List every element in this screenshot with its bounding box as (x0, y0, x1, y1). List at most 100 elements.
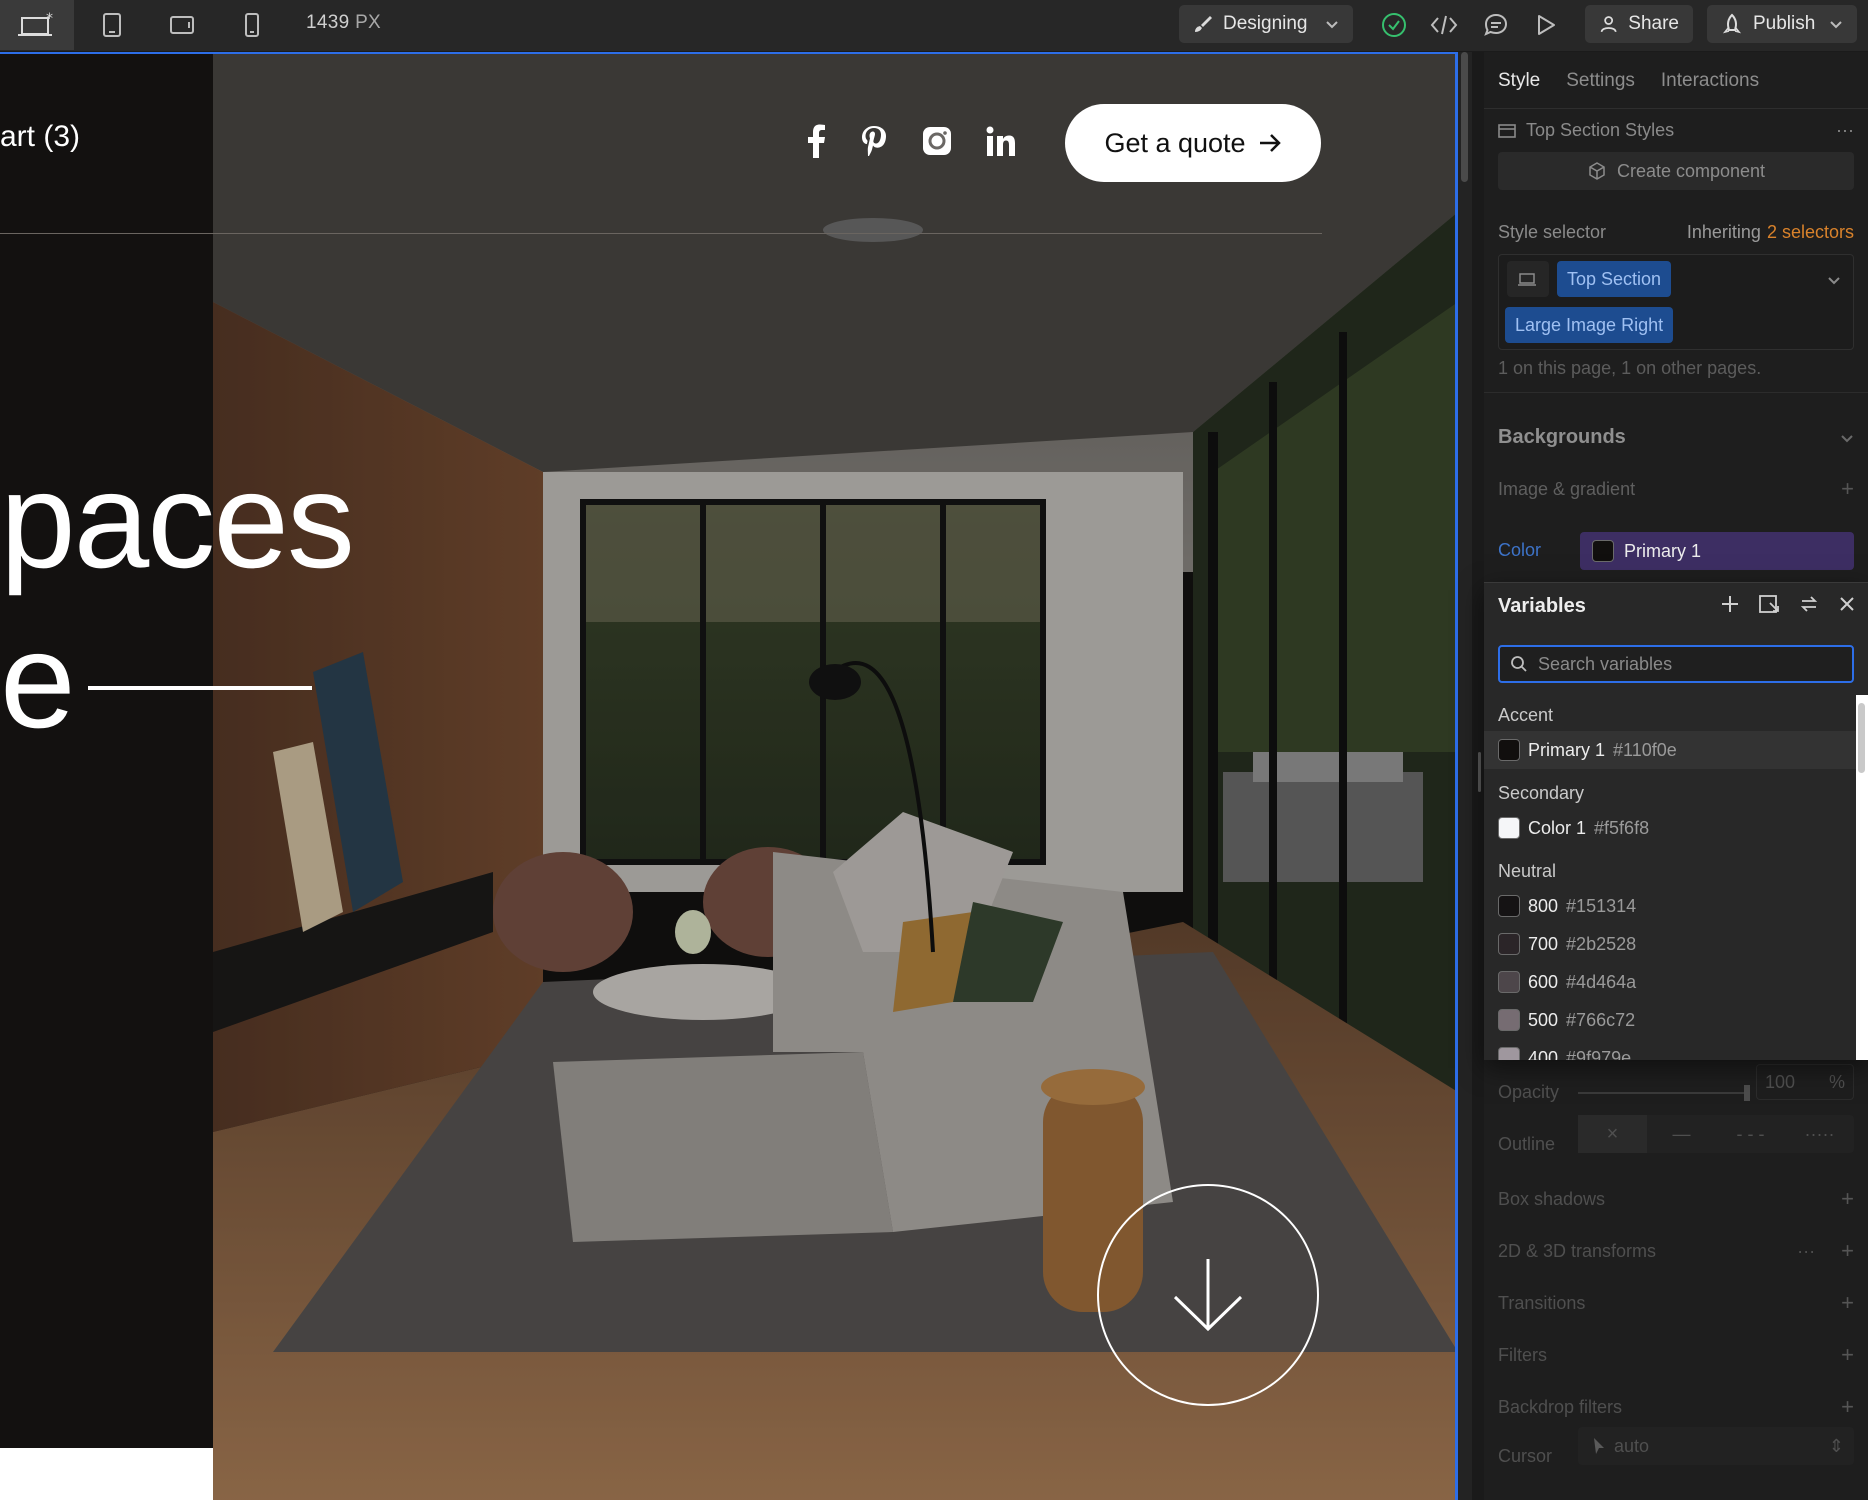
tabs-divider (1484, 108, 1868, 109)
cursor-row: Cursor auto ⇕ (1498, 1427, 1854, 1467)
variable-item[interactable]: 800 #151314 (1484, 887, 1856, 925)
canvas-width-value: 1439 (306, 12, 350, 33)
hero-headline-rule (88, 686, 312, 690)
outline-dashed-icon[interactable]: - - - (1716, 1124, 1785, 1145)
breakpoint-tablet-button[interactable] (92, 0, 132, 50)
opacity-slider-thumb[interactable] (1744, 1084, 1750, 1101)
svg-text:*: * (46, 12, 53, 27)
cube-icon (1589, 162, 1605, 180)
selector-tag-top-section[interactable]: Top Section (1557, 261, 1672, 297)
pointer-icon (1594, 1438, 1604, 1454)
mode-dropdown[interactable]: Designing (1179, 5, 1353, 43)
variables-title: Variables (1498, 595, 1586, 617)
code-button[interactable] (1428, 0, 1460, 50)
facebook-icon[interactable] (805, 124, 827, 158)
style-selector-label: Style selector (1498, 222, 1607, 242)
variable-item[interactable]: 700 #2b2528 (1484, 925, 1856, 963)
get-a-quote-button[interactable]: Get a quote (1065, 104, 1321, 182)
add-backdrop-filter-icon[interactable]: + (1841, 1394, 1854, 1420)
status-check-button[interactable] (1378, 0, 1410, 50)
cursor-value: auto (1614, 1435, 1650, 1456)
inheriting-selectors-link[interactable]: 2 selectors (1767, 222, 1854, 243)
add-box-shadow-icon[interactable]: + (1841, 1186, 1854, 1212)
variable-item[interactable]: 600 #4d464a (1484, 963, 1856, 1001)
backgrounds-title: Backgrounds (1498, 426, 1626, 448)
create-component-button[interactable]: Create component (1498, 152, 1854, 190)
chevron-down-icon[interactable] (1827, 275, 1841, 285)
variable-item[interactable]: Color 1 #f5f6f8 (1484, 809, 1856, 847)
outline-dotted-icon[interactable]: ····· (1785, 1124, 1854, 1145)
selector-input[interactable]: Top Section Large Image Right (1498, 254, 1854, 350)
instagram-icon[interactable] (921, 125, 953, 157)
swap-icon[interactable] (1798, 593, 1820, 615)
tab-style[interactable]: Style (1498, 70, 1540, 92)
canvas-scrollbar[interactable] (1458, 52, 1472, 1500)
linkedin-icon[interactable] (985, 125, 1017, 157)
pinterest-icon[interactable] (859, 124, 889, 158)
breakpoint-landscape-button[interactable] (162, 0, 202, 50)
design-canvas[interactable]: art (3) Get a quote paces e (0, 52, 1458, 1500)
cursor-select[interactable]: auto ⇕ (1578, 1427, 1854, 1465)
arrow-right-icon (1259, 134, 1281, 152)
variable-item[interactable]: 400 #9f979e (1484, 1039, 1856, 1060)
preview-button[interactable] (1530, 0, 1562, 50)
canvas-width-readout: 1439 PX (306, 12, 381, 34)
add-transform-icon[interactable]: + (1841, 1238, 1854, 1264)
plus-icon[interactable] (1720, 594, 1740, 614)
rocket-icon (1722, 13, 1742, 34)
variables-scrollbar-thumb[interactable] (1858, 703, 1865, 773)
outline-none-icon[interactable]: × (1578, 1115, 1647, 1153)
variable-hex: #4d464a (1566, 971, 1637, 992)
backgrounds-header[interactable]: Backgrounds (1498, 426, 1854, 449)
nav-cart-link[interactable]: art (3) (0, 120, 80, 154)
color-label: Color (1498, 540, 1542, 560)
mobile-landscape-icon (170, 16, 194, 34)
add-transition-icon[interactable]: + (1841, 1290, 1854, 1316)
add-filter-icon[interactable]: + (1841, 1342, 1854, 1368)
opacity-input[interactable]: 100 % (1756, 1064, 1854, 1100)
search-variables-input[interactable]: Search variables (1498, 645, 1854, 683)
filters-label: Filters (1498, 1344, 1547, 1365)
hero-headline-line2: e (0, 604, 76, 756)
variable-group-neutral: Neutral (1498, 861, 1557, 881)
variable-hex: #9f979e (1566, 1047, 1632, 1061)
variable-hex: #2b2528 (1566, 933, 1637, 954)
variables-list: Accent Primary 1 #110f0e Secondary Color… (1484, 695, 1856, 1060)
breakpoint-mobile-button[interactable] (232, 0, 272, 50)
transforms-more-icon[interactable]: ··· (1797, 1241, 1815, 1262)
outline-style-toggle[interactable]: × — - - - ····· (1578, 1115, 1854, 1153)
variable-item[interactable]: 500 #766c72 (1484, 1001, 1856, 1039)
detach-panel-icon[interactable] (1758, 593, 1780, 615)
tab-settings[interactable]: Settings (1566, 70, 1635, 92)
variable-name: 500 (1528, 1009, 1559, 1030)
variable-name: 400 (1528, 1047, 1559, 1061)
box-shadows-row: Box shadows + (1498, 1186, 1854, 1212)
selector-tag-large-image-right[interactable]: Large Image Right (1505, 307, 1674, 343)
add-image-gradient-icon[interactable]: + (1841, 476, 1854, 502)
tab-interactions[interactable]: Interactions (1661, 70, 1759, 92)
chevron-down-icon (1830, 21, 1842, 29)
comments-button[interactable] (1480, 0, 1512, 50)
close-icon[interactable] (1838, 595, 1856, 613)
code-icon (1430, 15, 1458, 35)
selector-element-icon (1507, 261, 1549, 297)
selector-usage-note: 1 on this page, 1 on other pages. (1498, 358, 1854, 379)
outline-solid-icon[interactable]: — (1647, 1124, 1716, 1145)
breakpoint-desktop-button[interactable]: * (0, 0, 74, 50)
variable-item[interactable]: Primary 1 #110f0e (1484, 731, 1856, 769)
variable-hex: #f5f6f8 (1594, 817, 1650, 838)
publish-button[interactable]: Publish (1707, 5, 1857, 43)
opacity-label: Opacity (1498, 1082, 1560, 1102)
canvas-scrollbar-thumb[interactable] (1461, 52, 1468, 182)
background-color-field[interactable]: Primary 1 (1580, 532, 1854, 570)
section-icon (1498, 123, 1516, 138)
opacity-slider-track[interactable] (1578, 1091, 1748, 1094)
more-options-icon[interactable]: ··· (1836, 120, 1854, 141)
selection-outline-top (0, 52, 1458, 54)
panel-resize-handle[interactable] (1478, 752, 1481, 792)
share-button[interactable]: Share (1585, 5, 1693, 43)
variables-actions (1720, 593, 1856, 615)
social-links (805, 124, 1017, 158)
scroll-down-button[interactable] (1097, 1184, 1319, 1406)
canvas-width-unit: PX (355, 12, 382, 33)
